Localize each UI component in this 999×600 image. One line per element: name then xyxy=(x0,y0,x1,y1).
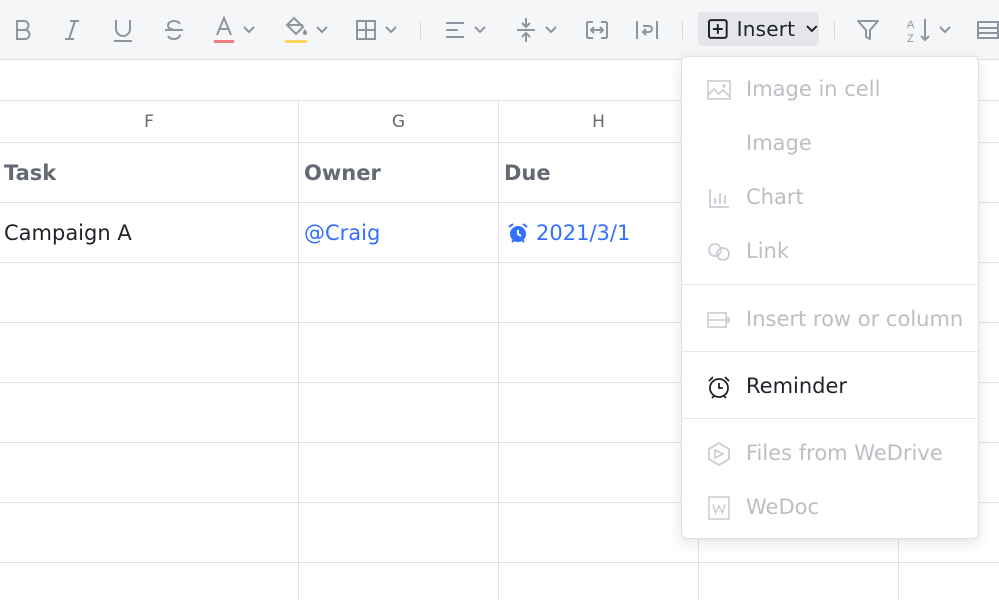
menu-item-link[interactable]: Link xyxy=(682,228,978,274)
insert-dropdown-menu: Image in cell Image Chart Link Insert ro… xyxy=(681,56,979,539)
vertical-align-icon xyxy=(517,18,535,42)
svg-text:A: A xyxy=(907,19,915,31)
chevron-down-icon xyxy=(545,26,557,34)
svg-text:Z: Z xyxy=(907,33,914,44)
filter-button[interactable] xyxy=(855,14,881,46)
freeze-icon xyxy=(977,21,999,39)
sort-icon: AZ xyxy=(907,19,930,44)
wrap-text-icon xyxy=(636,21,658,39)
sort-button[interactable]: AZ xyxy=(906,14,952,46)
insert-row-column-icon xyxy=(706,307,732,333)
wedrive-icon xyxy=(706,441,732,467)
chevron-down-icon xyxy=(316,26,328,34)
font-color-button[interactable] xyxy=(212,14,256,46)
alarm-clock-icon xyxy=(706,374,732,400)
insert-label: Insert xyxy=(736,17,796,41)
wrap-text-button[interactable] xyxy=(634,14,660,46)
merge-cells-button[interactable] xyxy=(584,14,610,46)
cell-task-value[interactable]: Campaign A xyxy=(4,203,132,263)
menu-item-label: Insert row or column xyxy=(746,307,964,331)
wedoc-icon xyxy=(706,495,732,521)
merge-cells-icon xyxy=(586,21,608,39)
menu-item-reminder[interactable]: Reminder xyxy=(682,363,978,409)
menu-item-insert-row-or-column[interactable]: Insert row or column xyxy=(682,296,978,342)
font-color-icon xyxy=(214,15,234,43)
menu-item-wedoc[interactable]: WeDoc xyxy=(682,484,978,530)
cell-owner-header[interactable]: Owner xyxy=(304,143,381,203)
link-icon xyxy=(706,239,732,265)
menu-item-label: Image in cell xyxy=(746,77,881,101)
horizontal-align-icon xyxy=(446,22,464,38)
column-header-h[interactable]: H xyxy=(499,101,698,143)
vertical-align-button[interactable] xyxy=(514,14,558,46)
horizontal-align-button[interactable] xyxy=(443,14,487,46)
underline-icon xyxy=(114,20,132,42)
toolbar: Insert AZ xyxy=(0,0,999,60)
column-header-g[interactable]: G xyxy=(299,101,498,143)
alarm-clock-icon xyxy=(508,223,528,243)
menu-item-chart[interactable]: Chart xyxy=(682,174,978,220)
chevron-down-icon xyxy=(939,26,951,34)
cell-due-header[interactable]: Due xyxy=(504,143,551,203)
menu-item-label: WeDoc xyxy=(746,495,820,519)
insert-button[interactable]: Insert xyxy=(698,12,819,46)
borders-button[interactable] xyxy=(354,14,398,46)
cell-task-header[interactable]: Task xyxy=(4,143,56,203)
menu-item-files-from-wedrive[interactable]: Files from WeDrive xyxy=(682,430,978,476)
strikethrough-button[interactable] xyxy=(162,14,186,46)
menu-item-label: Image xyxy=(746,131,812,155)
chevron-down-icon xyxy=(806,25,818,33)
menu-item-image[interactable]: Image xyxy=(682,120,978,166)
chevron-down-icon xyxy=(474,26,486,34)
underline-button[interactable] xyxy=(111,14,135,46)
fill-color-button[interactable] xyxy=(283,14,329,46)
chart-icon xyxy=(706,185,732,211)
menu-item-label: Files from WeDrive xyxy=(746,441,943,465)
italic-icon xyxy=(65,20,79,40)
due-date-text: 2021/3/1 xyxy=(536,221,631,245)
fill-color-icon xyxy=(285,16,307,43)
bold-icon xyxy=(16,20,31,40)
image-in-cell-icon xyxy=(706,77,732,103)
insert-icon xyxy=(707,19,728,39)
freeze-button[interactable] xyxy=(975,14,999,46)
menu-item-image-in-cell[interactable]: Image in cell xyxy=(682,66,978,112)
chevron-down-icon xyxy=(385,26,397,34)
chevron-down-icon xyxy=(243,26,255,34)
borders-icon xyxy=(356,20,376,40)
italic-button[interactable] xyxy=(61,14,83,46)
column-header-f[interactable]: F xyxy=(0,101,298,143)
cell-owner-mention[interactable]: @Craig xyxy=(304,203,380,263)
menu-item-label: Reminder xyxy=(746,374,848,398)
filter-icon xyxy=(857,20,879,40)
bold-button[interactable] xyxy=(12,14,34,46)
menu-item-label: Link xyxy=(746,239,790,263)
menu-item-label: Chart xyxy=(746,185,804,209)
cell-due-date[interactable]: 2021/3/1 xyxy=(506,203,630,263)
strikethrough-icon xyxy=(165,19,183,41)
